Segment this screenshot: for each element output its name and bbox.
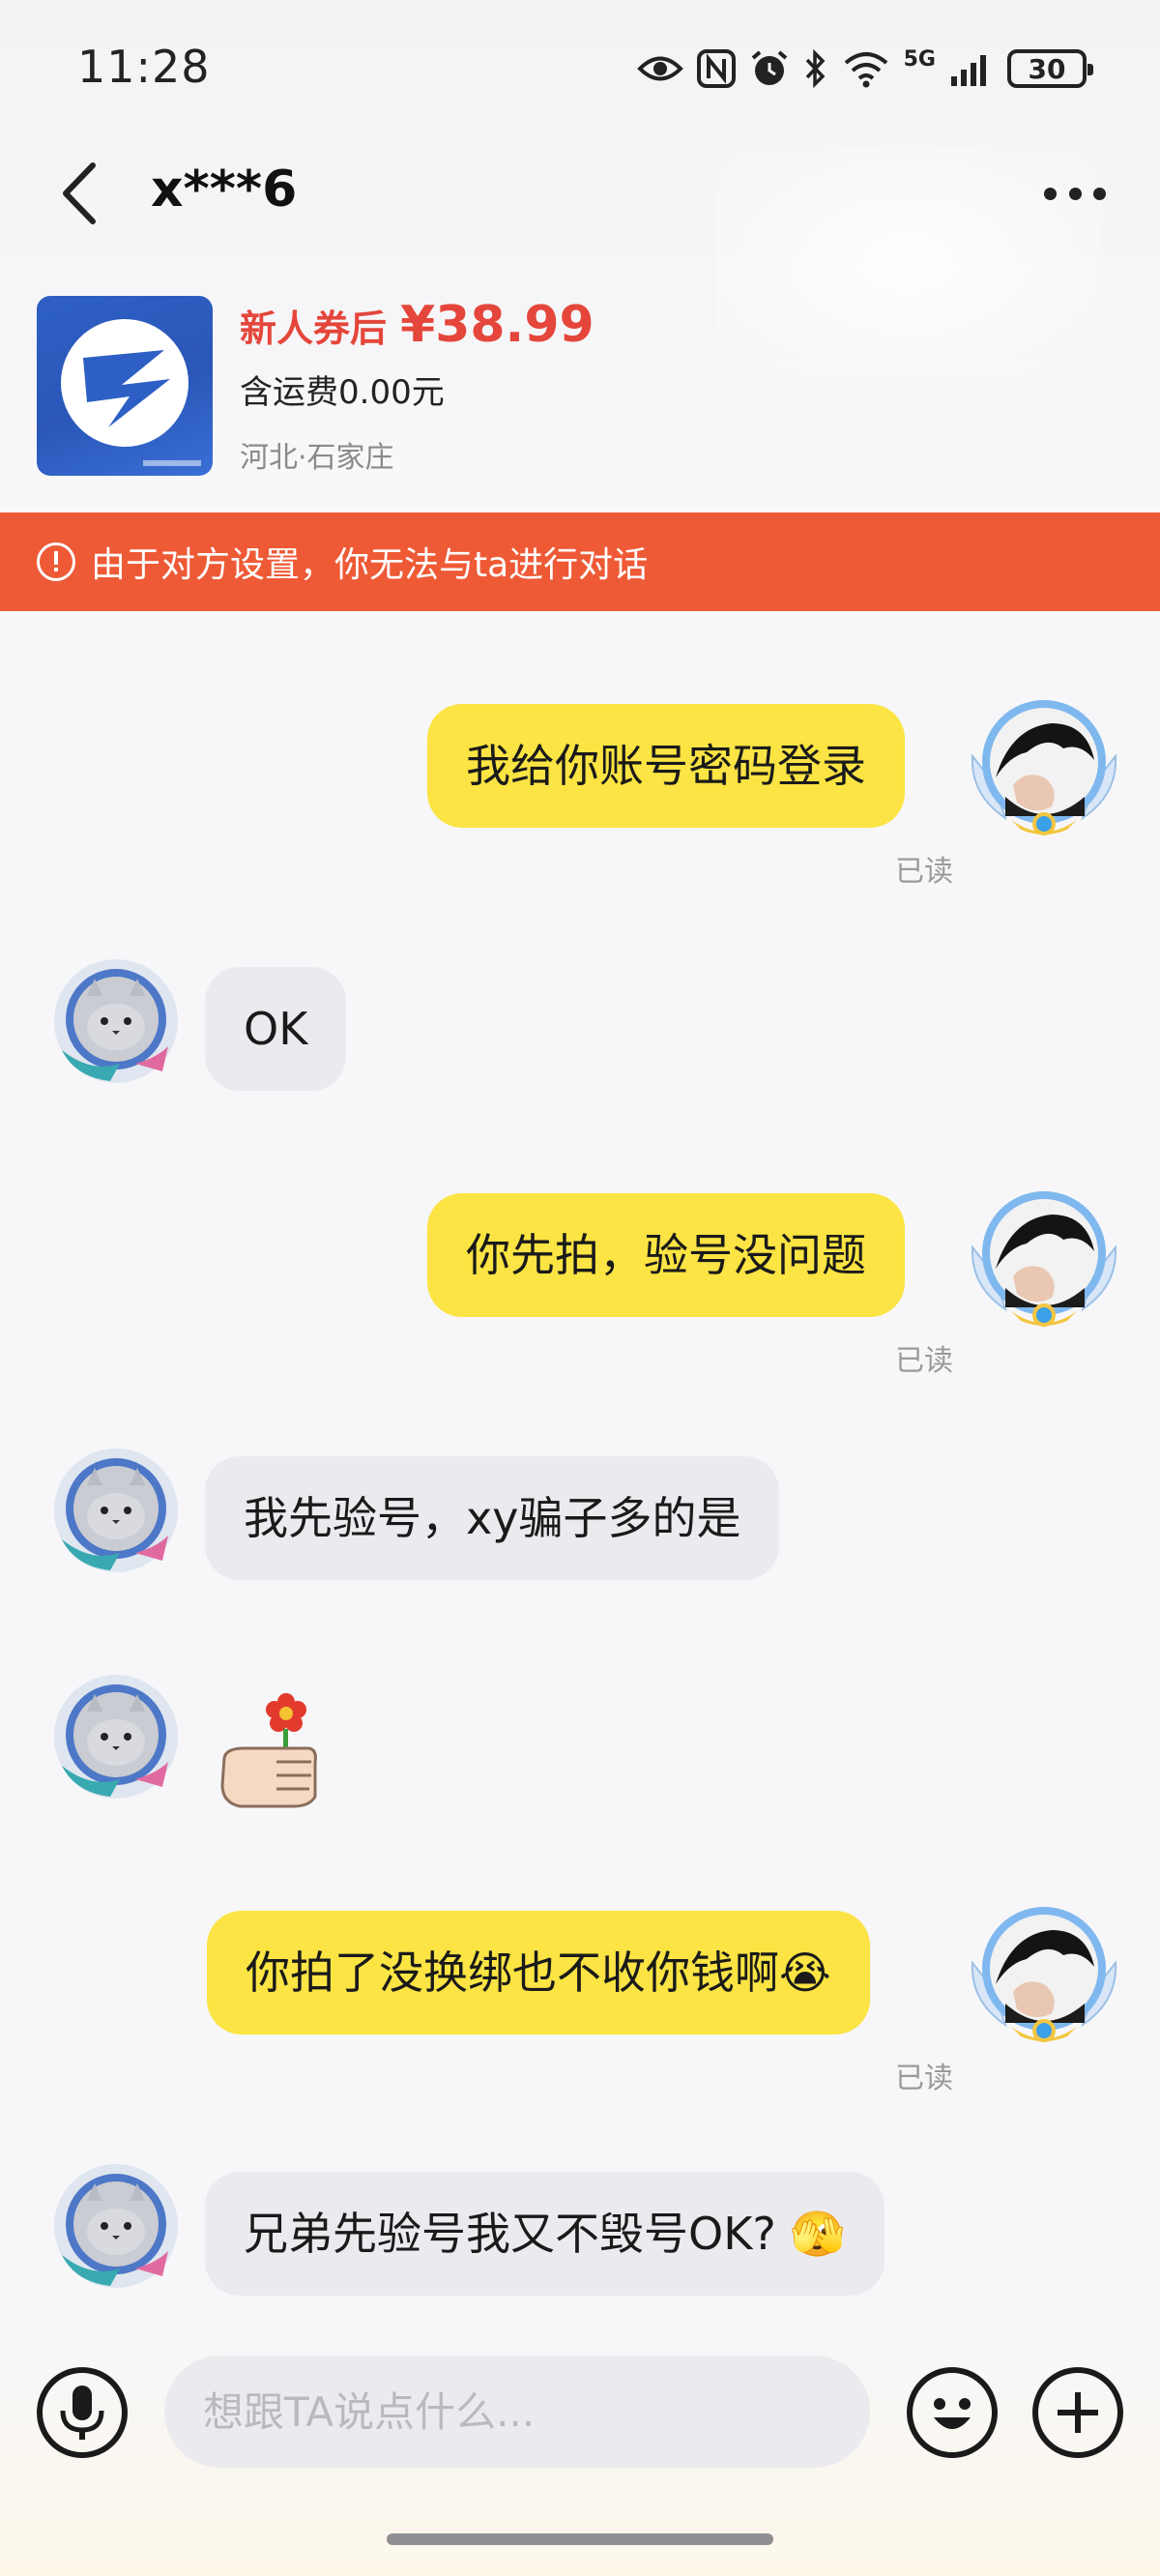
add-button[interactable] <box>1032 2367 1123 2458</box>
smiley-icon <box>934 2398 971 2429</box>
contact-avatar[interactable] <box>52 1673 180 1800</box>
battery-icon: 30 <box>1007 49 1093 88</box>
battery-level: 30 <box>1028 52 1066 85</box>
message-text: OK <box>244 1003 308 1055</box>
status-bar: 11:28 5G 30 <box>0 0 1160 135</box>
my-avatar[interactable] <box>967 1895 1121 2050</box>
message-bubble-them[interactable]: OK <box>205 967 347 1091</box>
contact-avatar[interactable] <box>52 957 180 1085</box>
alarm-icon <box>751 50 787 85</box>
chevron-left-icon <box>63 162 96 224</box>
signal-icon <box>951 55 986 86</box>
chat-area[interactable]: 我给你账号密码登录 已读 OK 你先拍，验号没问题 已读 我先验号，xy骗子多的… <box>0 611 1160 2332</box>
app-logo-icon <box>61 319 201 466</box>
message-input[interactable] <box>164 2356 870 2468</box>
status-time: 11:28 <box>77 41 211 93</box>
product-card[interactable]: 新人券后 ¥38.99 含运费0.00元 河北·石家庄 <box>37 296 1003 476</box>
more-button[interactable] <box>1036 172 1114 215</box>
price: ¥38.99 <box>400 296 594 354</box>
home-indicator[interactable] <box>387 2533 773 2545</box>
status-icons: 5G 30 <box>636 43 1093 95</box>
message-text: 我先验号，xy骗子多的是 <box>244 1492 741 1544</box>
location: 河北·石家庄 <box>240 441 394 475</box>
message-bubble-them[interactable]: 兄弟先验号我又不毁号OK? 🫣 <box>205 2172 884 2296</box>
warning-banner: 由于对方设置，你无法与ta进行对话 <box>0 512 1160 611</box>
plus-icon <box>1058 2392 1098 2433</box>
more-dot <box>1093 187 1106 200</box>
nav-bar: x***6 <box>0 145 1160 242</box>
message-bubble-me[interactable]: 你拍了没换绑也不收你钱啊😭 <box>207 1911 870 2034</box>
microphone-icon <box>60 2386 104 2440</box>
price-line: 新人券后 ¥38.99 <box>240 296 594 354</box>
nfc-icon <box>696 49 736 88</box>
coupon-label: 新人券后 <box>240 307 388 350</box>
back-button[interactable] <box>50 159 108 228</box>
read-status: 已读 <box>895 1344 953 1378</box>
emoji-button[interactable] <box>907 2367 998 2458</box>
message-text: 兄弟先验号我又不毁号OK? 🫣 <box>244 2208 846 2260</box>
message-text: 我给你账号密码登录 <box>466 740 866 792</box>
warning-icon <box>37 542 75 581</box>
shipping-fee: 含运费0.00元 <box>240 373 445 412</box>
bluetooth-icon <box>805 49 826 88</box>
wifi-icon <box>844 52 887 88</box>
message-text: 你先拍，验号没问题 <box>466 1229 866 1281</box>
chat-title: x***6 <box>151 161 298 219</box>
my-avatar[interactable] <box>967 1180 1121 1334</box>
my-avatar[interactable] <box>967 688 1121 843</box>
read-status: 已读 <box>895 855 953 889</box>
product-thumbnail[interactable] <box>37 296 213 476</box>
read-status: 已读 <box>895 2062 953 2095</box>
message-bubble-them[interactable]: 我先验号，xy骗子多的是 <box>205 1456 780 1580</box>
network-label: 5G <box>903 46 936 72</box>
voice-button[interactable] <box>37 2367 128 2458</box>
message-bubble-me[interactable]: 你先拍，验号没问题 <box>427 1193 905 1317</box>
flower-hand-icon[interactable] <box>217 1684 317 1810</box>
more-dot <box>1068 187 1082 200</box>
message-bubble-me[interactable]: 我给你账号密码登录 <box>427 704 905 828</box>
warning-text: 由于对方设置，你无法与ta进行对话 <box>91 545 649 585</box>
contact-avatar[interactable] <box>52 1447 180 1574</box>
eye-icon <box>636 56 683 81</box>
more-dot <box>1044 187 1057 200</box>
contact-avatar[interactable] <box>52 2162 180 2290</box>
message-text: 你拍了没换绑也不收你钱啊😭 <box>246 1947 831 1999</box>
